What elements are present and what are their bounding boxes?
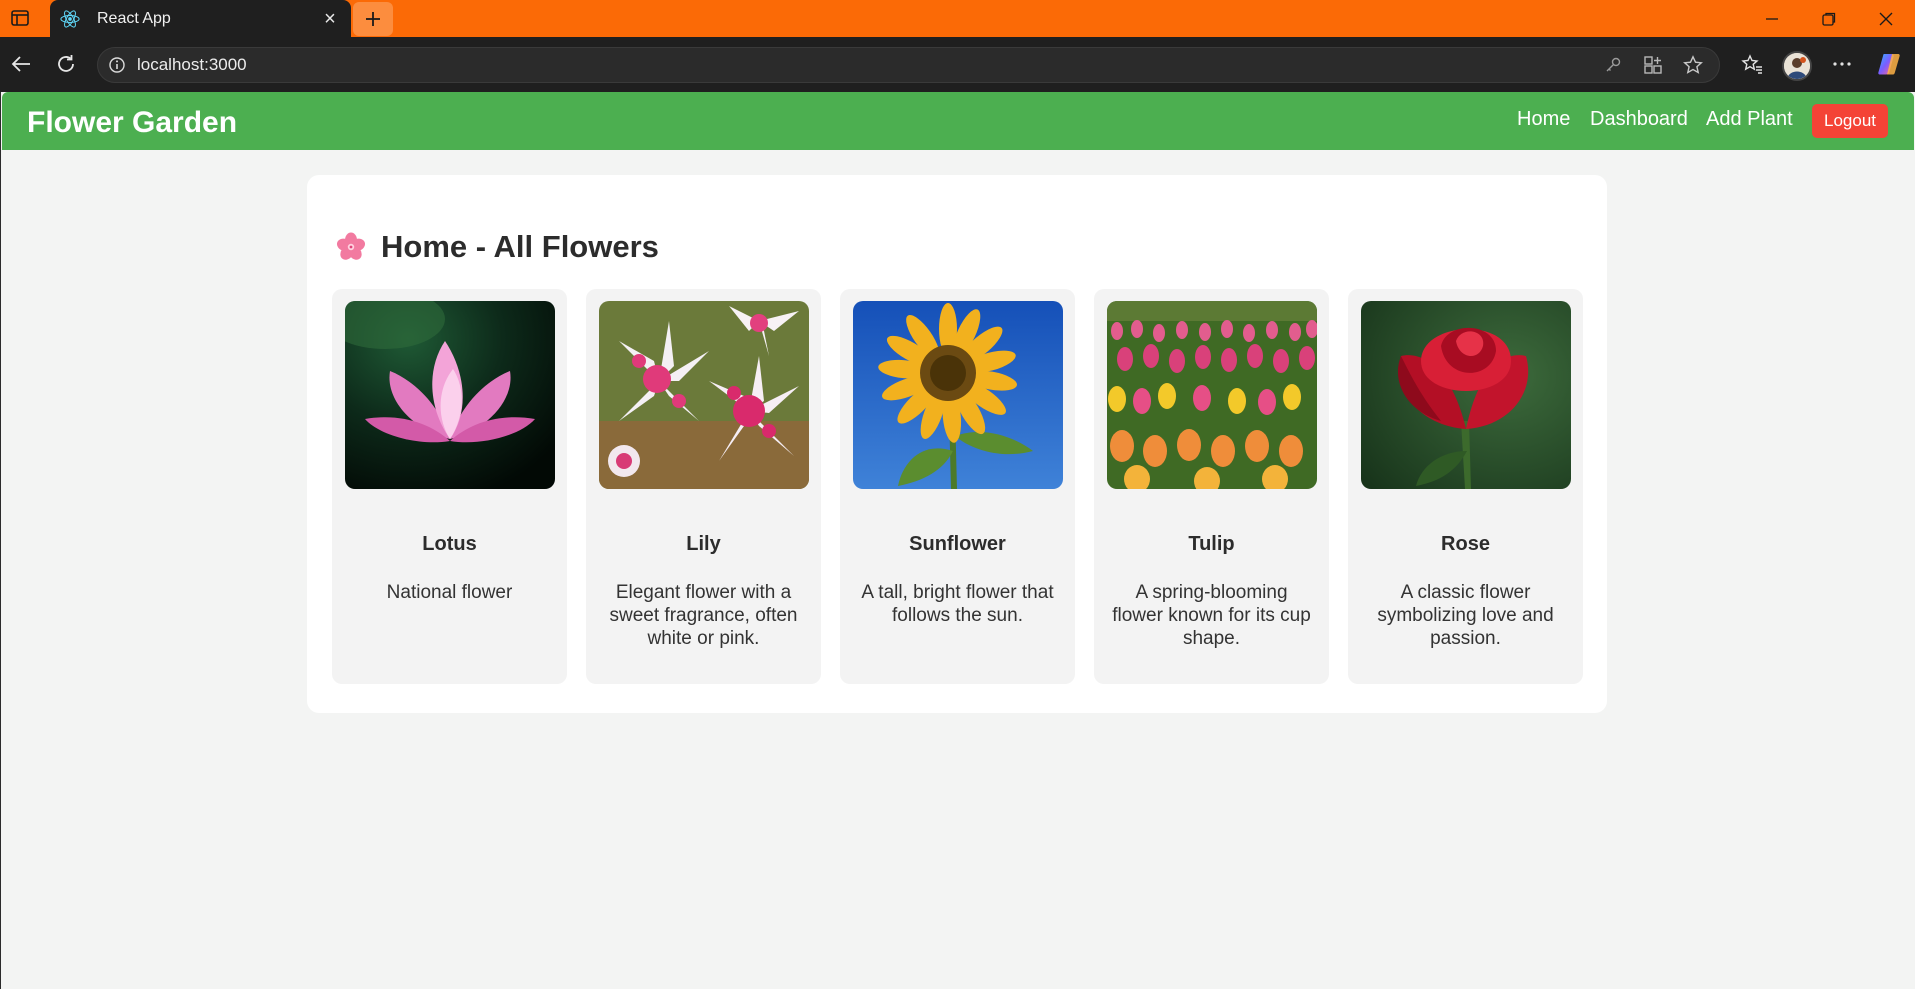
nav-link-add-plant[interactable]: Add Plant: [1706, 108, 1793, 131]
flower-description: National flower: [386, 582, 513, 603]
flower-description: A tall, bright flower that follows the s…: [861, 582, 1054, 626]
back-icon[interactable]: [6, 49, 36, 79]
flower-description: A classic flower symbolizing love and pa…: [1377, 582, 1554, 649]
lily-image: [599, 301, 809, 489]
flower-name: Lotus: [422, 533, 477, 555]
nav-link-dashboard[interactable]: Dashboard: [1590, 108, 1688, 131]
browser-tab[interactable]: React App ×: [50, 0, 351, 37]
site-info-icon[interactable]: [106, 54, 128, 76]
tab-title: React App: [97, 9, 171, 27]
brand-title[interactable]: Flower Garden: [27, 106, 237, 140]
nav-link-home[interactable]: Home: [1517, 108, 1570, 131]
sidebar-toggle-icon[interactable]: [10, 8, 30, 28]
top-navbar: Flower Garden Home Dashboard Add Plant L…: [2, 92, 1914, 150]
rose-image: [1361, 301, 1571, 489]
profile-avatar[interactable]: [1782, 51, 1812, 81]
flower-card-tulip[interactable]: Tulip A spring-blooming flower known for…: [1094, 289, 1329, 684]
key-icon[interactable]: [1599, 51, 1627, 79]
flower-card-lily[interactable]: Lily Elegant flower with a sweet fragran…: [586, 289, 821, 684]
flower-card-rose[interactable]: Rose A classic flower symbolizing love a…: [1348, 289, 1583, 684]
copilot-icon[interactable]: [1874, 49, 1904, 79]
browser-toolbar: localhost:3000: [0, 37, 1915, 92]
browser-titlebar: React App ×: [0, 0, 1915, 37]
restore-icon[interactable]: [1811, 6, 1847, 32]
main-content-card: Home - All Flowers Lotus National flower…: [307, 175, 1607, 713]
tulip-image: [1107, 301, 1317, 489]
flower-card-sunflower[interactable]: Sunflower A tall, bright flower that fol…: [840, 289, 1075, 684]
minimize-icon[interactable]: [1754, 6, 1790, 32]
sunflower-image: [853, 301, 1063, 489]
react-icon: [59, 8, 81, 30]
page-title: Home - All Flowers: [381, 229, 659, 264]
logout-button[interactable]: Logout: [1812, 104, 1888, 138]
flower-name: Rose: [1441, 533, 1490, 555]
app-viewport: Flower Garden Home Dashboard Add Plant L…: [0, 92, 1915, 989]
close-window-icon[interactable]: [1868, 6, 1904, 32]
flower-card-lotus[interactable]: Lotus National flower: [332, 289, 567, 684]
flower-name: Sunflower: [909, 533, 1006, 555]
page-heading: Home - All Flowers: [335, 229, 659, 265]
new-tab-button[interactable]: [353, 2, 393, 36]
more-options-icon[interactable]: [1827, 49, 1857, 79]
plus-icon: [366, 12, 380, 26]
flower-name: Lily: [686, 533, 721, 555]
favorites-icon[interactable]: [1737, 49, 1767, 79]
address-bar[interactable]: localhost:3000: [97, 47, 1720, 83]
flower-description: A spring-blooming flower known for its c…: [1112, 582, 1311, 649]
refresh-icon[interactable]: [51, 49, 81, 79]
tab-close-icon[interactable]: ×: [319, 8, 341, 30]
lotus-image: [345, 301, 555, 489]
flower-description: Elegant flower with a sweet fragrance, o…: [609, 582, 798, 649]
apps-icon[interactable]: [1639, 51, 1667, 79]
flower-name: Tulip: [1188, 533, 1235, 555]
favorite-star-icon[interactable]: [1679, 51, 1707, 79]
cherry-blossom-icon: [335, 231, 367, 263]
url-text[interactable]: localhost:3000: [137, 55, 1599, 75]
